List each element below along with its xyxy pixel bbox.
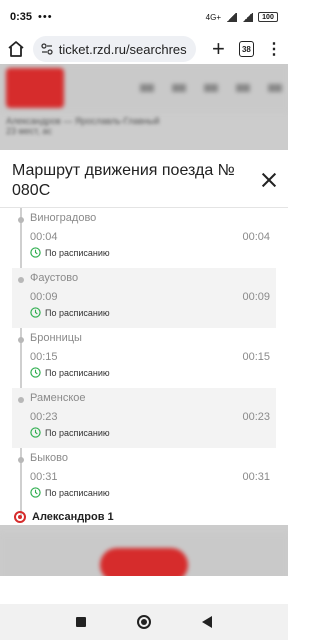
stop-item: Фаустово 00:09 00:09 По расписанию [12, 268, 276, 328]
stop-arrival: 00:23 [30, 411, 58, 423]
stop-schedule: По расписанию [30, 427, 110, 438]
home-nav-icon[interactable] [136, 615, 151, 629]
tab-switcher-button[interactable]: 38 [238, 41, 254, 57]
route-sub: 23 мест, ас [6, 126, 52, 136]
stop-dot [18, 337, 24, 343]
route-summary: Александров — Ярославль-Главный 23 мест,… [0, 112, 288, 148]
stop-status: По расписанию [45, 247, 110, 258]
signal-icon [226, 12, 237, 22]
clock-icon [30, 427, 41, 438]
stop-schedule: По расписанию [30, 487, 110, 498]
status-right: 4G+ 100 [206, 12, 278, 22]
stop-item: Быково 00:31 00:31 По расписанию [12, 448, 276, 508]
address-bar[interactable]: ticket.rzd.ru/searchres [32, 36, 197, 62]
stop-status: По расписанию [45, 487, 110, 498]
status-time: 0:35 [10, 11, 33, 23]
notification-dots: ••• [38, 11, 53, 23]
background-footer [0, 534, 288, 576]
stop-name: Быково [30, 452, 69, 464]
stop-schedule: По расписанию [30, 367, 110, 378]
stop-departure: 00:23 [242, 411, 270, 423]
stop-item: Раменское 00:23 00:23 По расписанию [12, 388, 276, 448]
stop-item: Бронницы 00:15 00:15 По расписанию [12, 328, 276, 388]
browser-menu-icon[interactable]: ⋮ [266, 39, 282, 59]
clock-icon [30, 487, 41, 498]
stop-name: Виноградово [30, 212, 97, 224]
site-header [0, 64, 288, 112]
stop-dot [18, 217, 24, 223]
home-icon[interactable] [6, 38, 27, 60]
stop-schedule: По расписанию [30, 247, 110, 258]
stop-schedule: По расписанию [30, 307, 110, 318]
stop-name: Раменское [30, 392, 86, 404]
clock-icon [30, 367, 41, 378]
modal-title: Маршрут движения поезда № 080С [12, 162, 235, 199]
stop-arrival: 00:31 [30, 471, 58, 483]
stop-dot [18, 397, 24, 403]
stop-arrival: 00:04 [30, 231, 58, 243]
new-tab-icon[interactable]: + [208, 38, 229, 60]
system-nav-bar [0, 604, 288, 640]
rzd-logo [6, 68, 64, 108]
stop-departure: 00:09 [242, 291, 270, 303]
modal-header: Маршрут движения поезда № 080С [0, 150, 288, 208]
stop-name: Фаустово [30, 272, 79, 284]
browser-toolbar: ticket.rzd.ru/searchres + 38 ⋮ [0, 34, 288, 64]
current-stop-name: Александров 1 [32, 511, 114, 523]
stop-dot [18, 457, 24, 463]
stop-departure: 00:15 [242, 351, 270, 363]
url-text: ticket.rzd.ru/searchres [58, 41, 187, 57]
site-nav [140, 84, 282, 92]
close-icon[interactable] [262, 173, 276, 187]
network-type: 4G+ [205, 12, 221, 22]
stop-item: Виноградово 00:04 00:04 По расписанию [12, 208, 276, 268]
recents-icon[interactable] [75, 617, 86, 627]
stop-status: По расписанию [45, 427, 110, 438]
stop-departure: 00:04 [242, 231, 270, 243]
signal-icon-2 [242, 12, 253, 22]
back-icon[interactable] [202, 616, 213, 628]
stop-arrival: 00:09 [30, 291, 58, 303]
current-stop-marker-icon [14, 511, 26, 523]
current-stop: Александров 1 [14, 511, 114, 523]
stop-dot [18, 277, 24, 283]
clock-icon [30, 307, 41, 318]
stop-status: По расписанию [45, 307, 110, 318]
route-text: Александров — Ярославль-Главный [6, 116, 160, 126]
stop-arrival: 00:15 [30, 351, 58, 363]
status-bar: 0:35 ••• 4G+ 100 [0, 0, 288, 34]
site-settings-icon[interactable] [41, 43, 53, 55]
route-modal: Маршрут движения поезда № 080С Виноградо… [0, 150, 288, 525]
battery-icon: 100 [258, 12, 278, 22]
stop-name: Бронницы [30, 332, 82, 344]
stop-departure: 00:31 [242, 471, 270, 483]
background-route-button [100, 548, 188, 576]
clock-icon [30, 247, 41, 258]
stops-list[interactable]: Виноградово 00:04 00:04 По расписанию Фа… [0, 208, 288, 525]
stop-status: По расписанию [45, 367, 110, 378]
